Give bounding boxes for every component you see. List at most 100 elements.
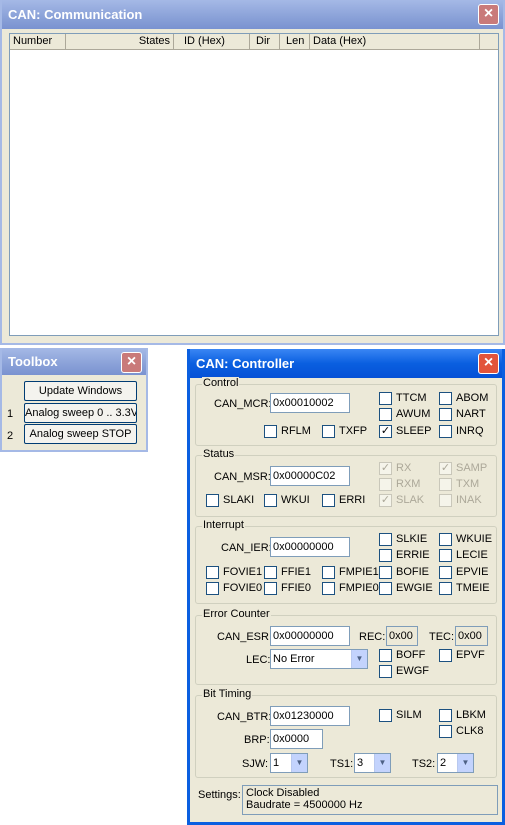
inak-checkbox [439, 494, 452, 507]
fmpie0-label: FMPIE0 [339, 582, 379, 594]
error-counter-group-label: Error Counter [202, 608, 271, 620]
ts2-label: TS2: [412, 758, 436, 770]
sjw-select[interactable]: 1 ▼ [270, 753, 308, 773]
col-dir[interactable]: Dir [250, 34, 280, 50]
ffie1-checkbox[interactable] [264, 566, 277, 579]
message-list-header: Number States ID (Hex) Dir Len Data (Hex… [10, 34, 498, 50]
inrq-checkbox[interactable] [439, 425, 452, 438]
error-counter-group: Error Counter CAN_ESR: 0x00000000 REC: 0… [195, 608, 497, 685]
comm-window: CAN: Communication × Number States ID (H… [0, 0, 505, 345]
fmpie0-checkbox[interactable] [322, 582, 335, 595]
rflm-checkbox[interactable] [264, 425, 277, 438]
control-group-label: Control [202, 377, 240, 389]
chevron-down-icon: ▼ [374, 754, 390, 772]
settings-status: Clock Disabled Baudrate = 4500000 Hz [242, 785, 498, 815]
epvf-checkbox[interactable] [439, 649, 452, 662]
sleep-checkbox[interactable]: ✓ [379, 425, 392, 438]
rec-value: 0x00 [386, 626, 418, 646]
controller-close-icon[interactable]: × [478, 353, 499, 374]
col-id[interactable]: ID (Hex) [174, 34, 250, 50]
message-list[interactable]: Number States ID (Hex) Dir Len Data (Hex… [9, 33, 499, 336]
epvie-label: EPVIE [456, 566, 489, 578]
epvie-checkbox[interactable] [439, 566, 452, 579]
interrupt-group: Interrupt CAN_IER: 0x00000000 SLKIE WKUI… [195, 519, 497, 604]
awum-checkbox[interactable] [379, 408, 392, 421]
brp-input[interactable]: 0x0000 [270, 729, 323, 749]
controller-titlebar[interactable]: CAN: Controller [190, 349, 502, 378]
wkui-checkbox[interactable] [264, 494, 277, 507]
tec-value: 0x00 [455, 626, 488, 646]
slak-checkbox: ✓ [379, 494, 392, 507]
erri-checkbox[interactable] [322, 494, 335, 507]
lec-select[interactable]: No Error ▼ [270, 649, 368, 669]
ewgf-checkbox[interactable] [379, 665, 392, 678]
clk8-checkbox[interactable] [439, 725, 452, 738]
wkuie-checkbox[interactable] [439, 533, 452, 546]
fmpie1-label: FMPIE1 [339, 566, 379, 578]
mcr-input[interactable]: 0x00010002 [270, 393, 350, 413]
fovie1-checkbox[interactable] [206, 566, 219, 579]
analog-sweep-stop-button[interactable]: Analog sweep STOP [24, 424, 137, 444]
comm-close-icon[interactable]: × [478, 4, 499, 25]
analog-sweep-button[interactable]: Analog sweep 0 .. 3.3V [24, 403, 137, 423]
fovie0-label: FOVIE0 [223, 582, 263, 594]
settings-line-1: Clock Disabled [246, 787, 320, 799]
chevron-down-icon: ▼ [457, 754, 473, 772]
ewgie-checkbox[interactable] [379, 582, 392, 595]
mcr-label: CAN_MCR: [214, 398, 272, 410]
settings-label: Settings: [198, 789, 241, 801]
ttcm-checkbox[interactable] [379, 392, 392, 405]
col-states[interactable]: States [66, 34, 174, 50]
col-data[interactable]: Data (Hex) [310, 34, 480, 50]
slaki-checkbox[interactable] [206, 494, 219, 507]
bit-timing-group-label: Bit Timing [202, 688, 253, 700]
sleep-label: SLEEP [396, 425, 432, 437]
lbkm-checkbox[interactable] [439, 709, 452, 722]
col-number[interactable]: Number [10, 34, 66, 50]
fovie1-label: FOVIE1 [223, 566, 263, 578]
btr-input[interactable]: 0x01230000 [270, 706, 350, 726]
ts2-select[interactable]: 2 ▼ [437, 753, 474, 773]
abom-checkbox[interactable] [439, 392, 452, 405]
slkie-label: SLKIE [396, 533, 428, 545]
slkie-checkbox[interactable] [379, 533, 392, 546]
tec-label: TEC: [429, 631, 455, 643]
btr-label: CAN_BTR: [217, 711, 272, 723]
fmpie1-checkbox[interactable] [322, 566, 335, 579]
lecie-label: LECIE [456, 549, 488, 561]
bofie-checkbox[interactable] [379, 566, 392, 579]
nart-checkbox[interactable] [439, 408, 452, 421]
txfp-checkbox[interactable] [322, 425, 335, 438]
ier-input[interactable]: 0x00000000 [270, 537, 350, 557]
txm-checkbox [439, 478, 452, 491]
silm-checkbox[interactable] [379, 709, 392, 722]
ts1-select[interactable]: 3 ▼ [354, 753, 391, 773]
tmeie-label: TMEIE [456, 582, 490, 594]
controller-window: CAN: Controller × Control CAN_MCR: 0x000… [187, 349, 505, 825]
inak-label: INAK [456, 494, 482, 506]
txm-label: TXM [456, 478, 480, 490]
settings-line-2: Baudrate = 4500000 Hz [246, 799, 363, 811]
lecie-checkbox[interactable] [439, 549, 452, 562]
txfp-label: TXFP [339, 425, 368, 437]
tmeie-checkbox[interactable] [439, 582, 452, 595]
ts2-select-value: 2 [440, 757, 447, 769]
comm-titlebar[interactable]: CAN: Communication [2, 0, 503, 29]
update-windows-button[interactable]: Update Windows [24, 381, 137, 401]
boff-checkbox[interactable] [379, 649, 392, 662]
ier-label: CAN_IER: [221, 542, 272, 554]
toolbox-close-icon[interactable]: × [121, 352, 142, 373]
ffie0-checkbox[interactable] [264, 582, 277, 595]
ffie1-label: FFIE1 [281, 566, 311, 578]
epvf-label: EPVF [456, 649, 485, 661]
awum-label: AWUM [396, 408, 431, 420]
inrq-label: INRQ [456, 425, 484, 437]
nart-label: NART [456, 408, 486, 420]
lec-label: LEC: [246, 654, 271, 666]
fovie0-checkbox[interactable] [206, 582, 219, 595]
esr-input[interactable]: 0x00000000 [270, 626, 350, 646]
msr-input[interactable]: 0x00000C02 [270, 466, 350, 486]
col-len[interactable]: Len [280, 34, 310, 50]
errie-checkbox[interactable] [379, 549, 392, 562]
rx-checkbox: ✓ [379, 462, 392, 475]
